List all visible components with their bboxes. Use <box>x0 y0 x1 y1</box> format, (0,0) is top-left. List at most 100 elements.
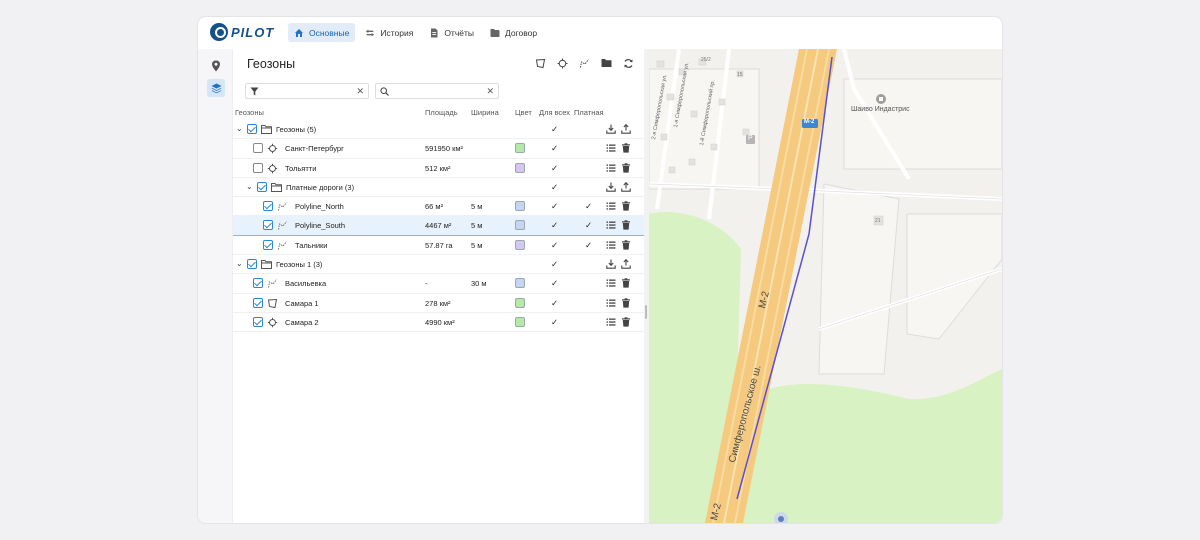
nav-contract[interactable]: Договор <box>484 23 543 42</box>
list-icon[interactable] <box>606 317 616 327</box>
filter-input[interactable] <box>246 87 368 102</box>
download-icon[interactable] <box>606 124 616 134</box>
color-swatch[interactable] <box>515 201 525 212</box>
left-rail <box>198 49 232 523</box>
list-icon[interactable] <box>606 240 616 250</box>
row-name: Геозоны (5) <box>276 125 317 134</box>
color-swatch[interactable] <box>515 143 525 154</box>
folder-open-icon <box>261 125 272 134</box>
table-row[interactable]: Самара 1 278 км² ✓ <box>233 294 645 313</box>
row-checkbox[interactable] <box>253 278 263 289</box>
table-row[interactable]: Самара 2 4990 км² ✓ <box>233 313 645 333</box>
top-bar: PILOT Основные История Отчёты Договор <box>198 17 1002 49</box>
row-checkbox[interactable] <box>253 143 263 154</box>
road-shield-label: М-2 <box>804 119 815 125</box>
color-swatch[interactable] <box>515 297 525 308</box>
trash-icon[interactable] <box>621 201 631 211</box>
logo-icon <box>210 23 228 41</box>
nav-main[interactable]: Основные <box>288 23 356 42</box>
column-header-area[interactable]: Площадь <box>425 108 458 117</box>
row-checkbox[interactable] <box>263 239 273 250</box>
trash-icon[interactable] <box>621 220 631 231</box>
logo[interactable]: PILOT <box>210 23 274 41</box>
layers-icon <box>211 83 221 93</box>
add-folder-button[interactable] <box>600 57 612 69</box>
column-header-name[interactable]: Геозоны <box>235 108 264 117</box>
table-row[interactable]: Санкт-Петербург 591950 км² ✓ <box>233 139 645 159</box>
row-area: 512 км² <box>425 163 451 173</box>
upload-icon[interactable] <box>621 258 631 269</box>
add-circle-button[interactable] <box>556 57 568 69</box>
column-header-for-all[interactable]: Для всех <box>539 108 570 117</box>
trash-icon[interactable] <box>621 143 631 153</box>
row-area: 66 м² <box>425 202 444 212</box>
add-line-button[interactable] <box>578 57 590 69</box>
add-polygon-button[interactable] <box>534 57 546 69</box>
geozone-tree: ⌄ Геозоны (5) ✓ Санкт-Петербург 591950 км² ✓… <box>233 120 645 333</box>
row-checkbox[interactable] <box>253 316 263 327</box>
search-clear-icon[interactable]: ✕ <box>486 86 494 97</box>
filter-clear-icon[interactable]: ✕ <box>356 86 364 97</box>
column-header-paid[interactable]: Платная д <box>574 108 604 117</box>
splitter-handle[interactable] <box>645 305 647 319</box>
row-checkbox[interactable] <box>247 124 257 134</box>
for-all-check: ✓ <box>551 143 559 154</box>
chevron-down-icon[interactable]: ⌄ <box>236 124 243 133</box>
house-number-2: 15 <box>737 72 743 78</box>
for-all-check: ✓ <box>551 239 559 250</box>
trash-icon[interactable] <box>621 162 631 173</box>
table-row[interactable]: Polyline_South 4467 м² 5 м ✓ ✓ <box>233 216 645 236</box>
row-checkbox[interactable] <box>263 201 273 212</box>
nav-reports[interactable]: Отчёты <box>423 23 480 42</box>
row-checkbox[interactable] <box>253 297 263 308</box>
list-icon[interactable] <box>606 220 616 230</box>
color-swatch[interactable] <box>515 239 525 250</box>
download-icon[interactable] <box>606 182 616 192</box>
upload-icon[interactable] <box>621 181 631 192</box>
upload-icon[interactable] <box>621 123 631 134</box>
list-icon[interactable] <box>606 278 616 288</box>
column-header-width[interactable]: Ширина <box>471 108 499 117</box>
color-swatch[interactable] <box>515 316 525 327</box>
for-all-check: ✓ <box>551 220 559 231</box>
map-canvas[interactable] <box>649 49 1002 523</box>
chevron-down-icon[interactable]: ⌄ <box>236 259 243 268</box>
main-nav: Основные История Отчёты Договор <box>288 23 543 42</box>
map-view[interactable]: Шаиво Индастрис М-2 Р Симферопольское ш.… <box>649 49 1002 523</box>
row-checkbox[interactable] <box>253 162 263 173</box>
list-icon[interactable] <box>606 163 616 173</box>
nav-contract-label: Договор <box>504 27 538 38</box>
trash-icon[interactable] <box>621 240 631 250</box>
refresh-button[interactable] <box>622 57 634 69</box>
color-swatch[interactable] <box>515 162 525 173</box>
column-header-color[interactable]: Цвет <box>515 108 532 117</box>
row-checkbox[interactable] <box>257 181 267 192</box>
group-row[interactable]: ⌄ Геозоны (5) ✓ <box>233 120 645 140</box>
trash-icon[interactable] <box>621 317 631 327</box>
rail-objects-button[interactable] <box>207 57 225 75</box>
panel-title: Геозоны <box>247 57 296 71</box>
search-field: ✕ <box>375 83 499 102</box>
table-row[interactable]: Васильевка - 30 м ✓ <box>233 274 645 294</box>
trash-icon[interactable] <box>621 278 631 288</box>
list-icon[interactable] <box>606 298 616 308</box>
nav-history[interactable]: История <box>359 23 419 42</box>
group-row[interactable]: ⌄ Платные дороги (3) ✓ <box>233 178 645 198</box>
color-swatch[interactable] <box>515 220 525 231</box>
trash-icon[interactable] <box>621 297 631 308</box>
table-row[interactable]: Тольятти 512 км² ✓ <box>233 159 645 178</box>
download-icon[interactable] <box>606 259 616 269</box>
table-row[interactable]: Тальники 57.87 га 5 м ✓ ✓ <box>233 236 645 256</box>
row-checkbox[interactable] <box>247 259 257 270</box>
rail-geozones-button[interactable] <box>207 79 225 97</box>
list-icon[interactable] <box>606 143 616 153</box>
chevron-down-icon[interactable]: ⌄ <box>246 182 253 191</box>
search-input[interactable] <box>376 87 498 102</box>
row-name: Polyline_South <box>295 221 346 231</box>
group-row[interactable]: ⌄ Геозоны 1 (3) ✓ <box>233 255 645 275</box>
table-row[interactable]: Polyline_North 66 м² 5 м ✓ ✓ <box>233 197 645 217</box>
list-icon[interactable] <box>606 201 616 211</box>
color-swatch[interactable] <box>515 278 525 289</box>
row-checkbox[interactable] <box>263 220 273 231</box>
row-name: Васильевка <box>285 279 327 289</box>
